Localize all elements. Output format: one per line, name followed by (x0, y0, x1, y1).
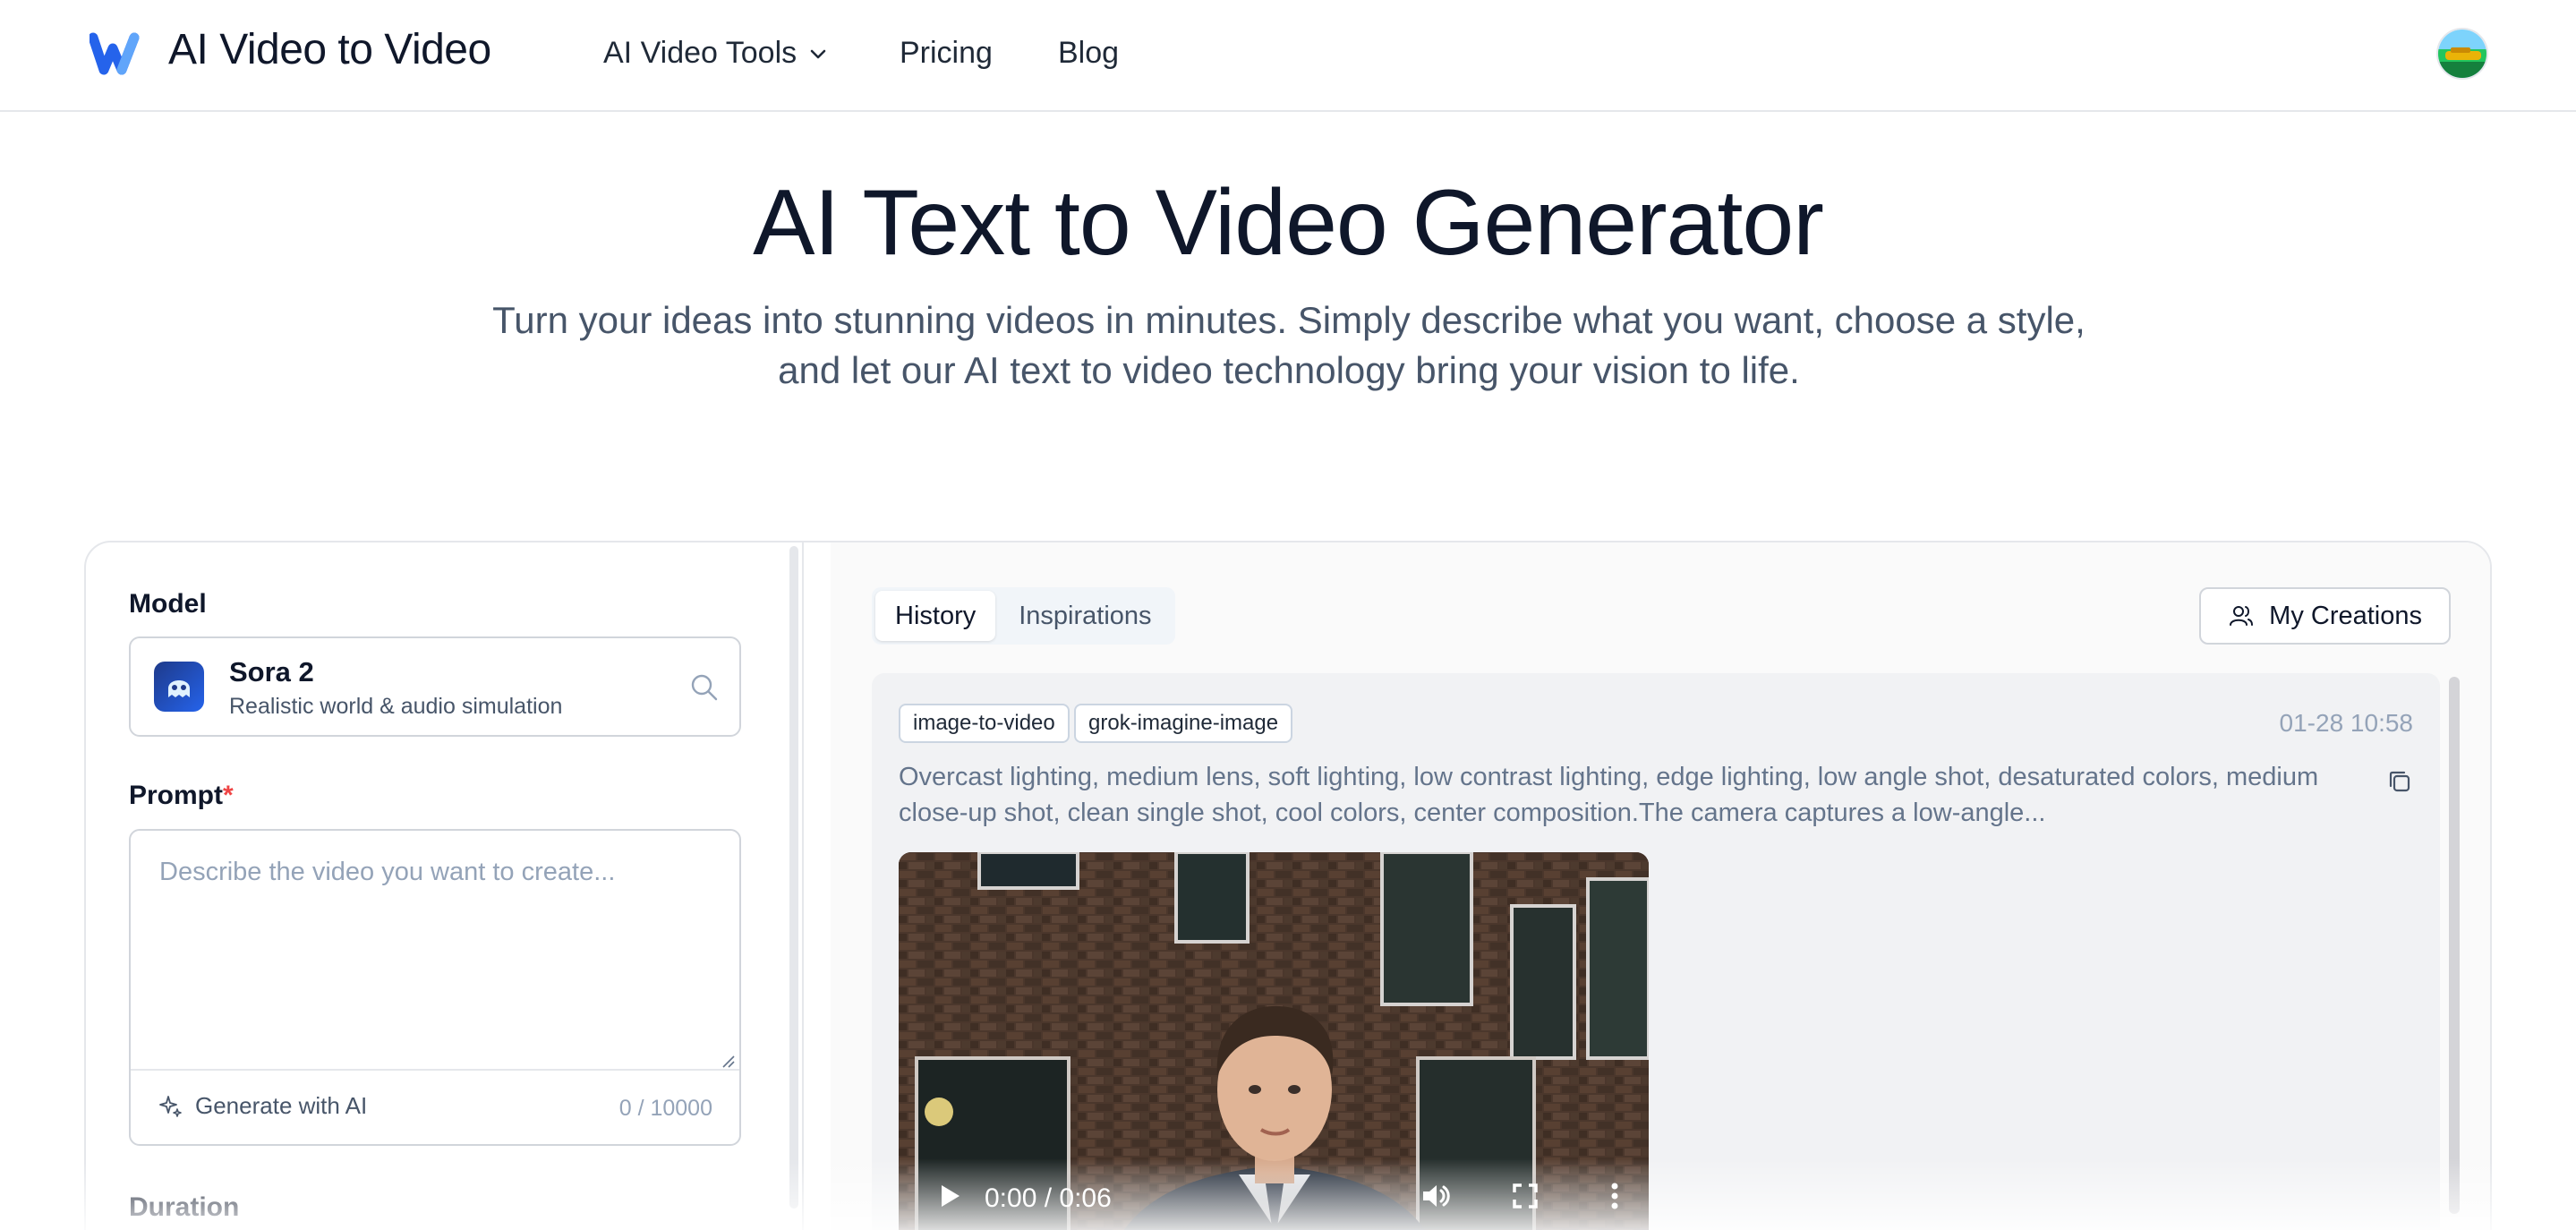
search-icon[interactable] (689, 672, 720, 703)
required-marker: * (223, 781, 234, 810)
my-creations-label: My Creations (2269, 601, 2422, 630)
avatar-image (2438, 30, 2486, 78)
generator-card: Model Sora 2 Realistic world & audio sim… (84, 541, 2492, 1230)
model-name: Sora 2 (229, 656, 314, 688)
model-label: Model (129, 589, 207, 619)
history-prompt-text: Overcast lighting, medium lens, soft lig… (899, 763, 2319, 827)
resize-grip-icon[interactable] (720, 1053, 736, 1069)
model-icon (154, 662, 204, 712)
duration-label: Duration (129, 1192, 240, 1222)
brand-name[interactable]: AI Video to Video (168, 25, 491, 74)
history-timestamp: 01-28 10:58 (2279, 709, 2413, 737)
nav-ai-video-tools-label: AI Video Tools (603, 36, 798, 70)
history-item: image-to-video grok-imagine-image 01-28 … (872, 673, 2440, 1230)
panel-divider (802, 542, 804, 1230)
prompt-box: Generate with AI 0 / 10000 (129, 829, 741, 1146)
tag-chip: grok-imagine-image (1074, 704, 1293, 743)
results-scrollbar[interactable] (2449, 677, 2460, 1214)
site-header: AI Video to Video AI Video Tools Pricing… (0, 0, 2576, 112)
settings-panel: Model Sora 2 Realistic world & audio sim… (86, 542, 802, 1230)
chevron-down-icon (810, 49, 826, 58)
page-subtitle: Turn your ideas into stunning videos in … (492, 299, 2086, 391)
copy-icon[interactable] (2386, 768, 2413, 795)
results-tabs: History Inspirations (872, 587, 1175, 645)
character-count: 0 / 10000 (618, 1096, 712, 1121)
avatar[interactable] (2436, 28, 2488, 80)
tab-history[interactable]: History (875, 591, 996, 641)
model-selector[interactable]: Sora 2 Realistic world & audio simulatio… (129, 636, 741, 737)
prompt-label-text: Prompt (129, 781, 223, 810)
nav-blog[interactable]: Blog (1058, 36, 1119, 71)
model-description: Realistic world & audio simulation (229, 694, 563, 719)
video-time: 0:00 / 0:06 (985, 1183, 1112, 1213)
page-title: AI Text to Video Generator (753, 171, 1824, 275)
prompt-label: Prompt* (129, 781, 234, 811)
play-icon[interactable] (931, 1178, 967, 1214)
prompt-textarea[interactable] (131, 831, 739, 1071)
generate-with-ai-button[interactable]: Generate with AI (158, 1092, 367, 1120)
volume-icon[interactable] (1418, 1178, 1454, 1214)
my-creations-button[interactable]: My Creations (2199, 587, 2451, 645)
logo-icon[interactable] (90, 30, 145, 75)
video-player[interactable]: 0:00 / 0:06 (899, 852, 1649, 1230)
settings-scrollbar[interactable] (789, 546, 798, 1209)
sparkle-icon (159, 1095, 182, 1117)
more-vertical-icon[interactable] (1597, 1178, 1633, 1214)
results-panel: History Inspirations My Creations image-… (831, 542, 2490, 1230)
fullscreen-icon[interactable] (1509, 1180, 1541, 1212)
users-icon (2230, 606, 2254, 626)
tab-inspirations[interactable]: Inspirations (999, 591, 1171, 641)
generate-with-ai-label: Generate with AI (195, 1092, 368, 1119)
tag-chip: image-to-video (899, 704, 1070, 743)
nav-ai-video-tools[interactable]: AI Video Tools (603, 36, 829, 71)
nav-pricing[interactable]: Pricing (900, 36, 993, 71)
